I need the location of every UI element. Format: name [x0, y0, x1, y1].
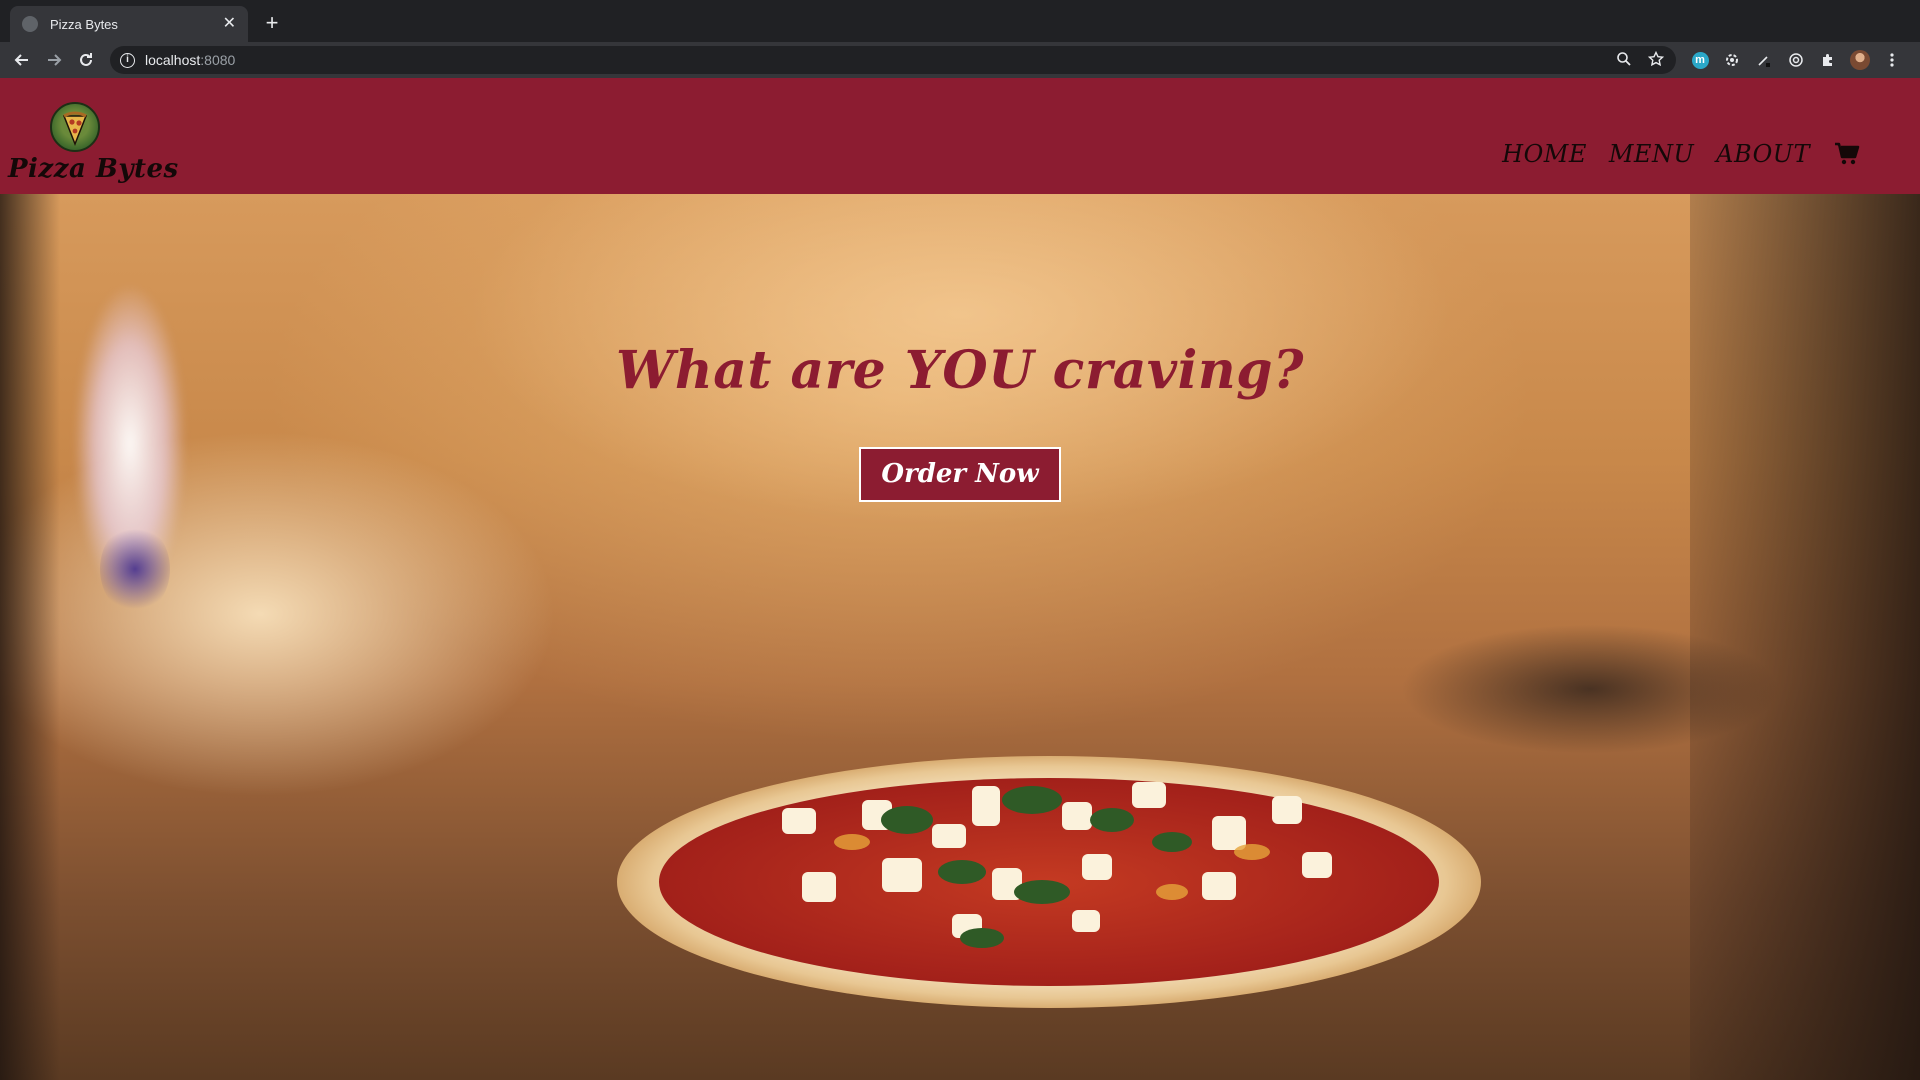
hero-section: What are YOU craving? Order Now [0, 194, 1920, 1080]
url-host: localhost [145, 52, 201, 68]
browser-tab[interactable]: Pizza Bytes ✕ [10, 6, 248, 42]
tab-favicon-icon [22, 16, 38, 32]
extensions-puzzle-icon[interactable] [1818, 50, 1838, 70]
pizza-peel-image [1400, 624, 1780, 754]
browser-menu-icon[interactable] [1882, 50, 1902, 70]
oven-flame-image [40, 224, 220, 684]
bookmark-star-icon[interactable] [1647, 50, 1665, 72]
extension-m-icon[interactable]: m [1690, 50, 1710, 70]
tab-title: Pizza Bytes [50, 16, 118, 32]
browser-toolbar: i localhost:8080 m [0, 42, 1920, 78]
back-arrow-icon[interactable] [8, 46, 36, 74]
site-info-icon[interactable]: i [120, 52, 135, 68]
hero-title: What are YOU craving? [615, 340, 1305, 401]
url-port: :8080 [200, 52, 236, 68]
pizza-logo-icon [50, 102, 100, 152]
reload-icon[interactable] [72, 46, 100, 74]
profile-avatar[interactable] [1850, 50, 1870, 70]
brand-name: Pizza Bytes [8, 154, 179, 184]
pizza-image [617, 756, 1481, 1008]
order-now-button[interactable]: Order Now [859, 447, 1061, 502]
site-header: Pizza Bytes HOME MENU ABOUT [0, 78, 1920, 194]
zoom-icon[interactable] [1616, 51, 1632, 72]
extensions-area: m [1690, 46, 1902, 74]
nav-home-link[interactable]: HOME [1502, 140, 1587, 168]
extension-pen-icon[interactable] [1754, 50, 1774, 70]
brand-logo-link[interactable]: Pizza Bytes [8, 102, 178, 192]
forward-arrow-icon[interactable] [40, 46, 68, 74]
oven-wall-right [1690, 194, 1920, 1080]
new-tab-icon[interactable]: + [260, 12, 284, 36]
browser-tab-bar: Pizza Bytes ✕ + [0, 0, 1920, 42]
shopping-cart-icon[interactable] [1834, 142, 1860, 166]
address-bar[interactable]: i localhost:8080 [110, 46, 1676, 74]
tab-close-icon[interactable]: ✕ [223, 16, 236, 32]
extension-gear-icon[interactable] [1722, 50, 1742, 70]
nav-menu-link[interactable]: MENU [1609, 140, 1694, 168]
main-nav: HOME MENU ABOUT [1502, 140, 1860, 168]
nav-about-link[interactable]: ABOUT [1716, 140, 1810, 168]
extension-target-icon[interactable] [1786, 50, 1806, 70]
oven-flame-core-image [100, 524, 170, 614]
